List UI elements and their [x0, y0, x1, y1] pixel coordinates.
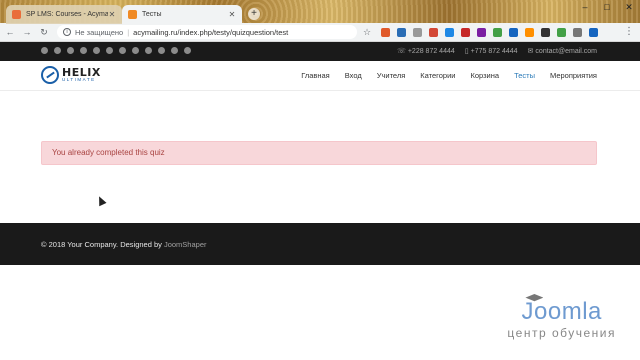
- tab-title: SP LMS: Courses - Acymailing -: [26, 11, 108, 18]
- site-header: HELIX ULTIMATE Главная Вход Учителя Кате…: [0, 61, 640, 91]
- maximize-button[interactable]: □: [596, 0, 618, 15]
- phone-icon: ☏: [397, 48, 406, 55]
- bookmark-star-icon[interactable]: ☆: [363, 27, 371, 38]
- skype-icon[interactable]: [171, 47, 178, 54]
- whatsapp-icon[interactable]: [184, 47, 191, 54]
- new-tab-button[interactable]: +: [248, 8, 260, 20]
- url-text[interactable]: acymailing.ru/index.php/testy/quizquesti…: [133, 28, 288, 37]
- extension-icon[interactable]: [541, 27, 551, 37]
- contact-info: ☏ +228 872 4444 ▯ +775 872 4444 ✉ contact@e…: [387, 47, 597, 55]
- quiz-completed-alert: You already completed this quiz: [41, 141, 597, 165]
- flickr-icon[interactable]: [158, 47, 165, 54]
- close-window-button[interactable]: ✕: [618, 0, 640, 15]
- facebook-icon[interactable]: [41, 47, 48, 54]
- site-footer: © 2018 Your Company. Designed by JoomSha…: [0, 223, 640, 265]
- vk-icon[interactable]: [145, 47, 152, 54]
- extension-icon[interactable]: [573, 27, 583, 37]
- address-bar[interactable]: i Не защищено | acymailing.ru/index.php/…: [57, 25, 357, 39]
- copyright-text: © 2018 Your Company. Designed by: [41, 240, 164, 249]
- extensions-bar: [381, 27, 605, 37]
- extension-icon[interactable]: [429, 27, 439, 37]
- site-topbar: ☏ +228 872 4444 ▯ +775 872 4444 ✉ contact@e…: [0, 42, 640, 61]
- instagram-icon[interactable]: [119, 47, 126, 54]
- extension-icon[interactable]: [445, 27, 455, 37]
- joomla-watermark: Joomla центр обучения: [507, 294, 616, 340]
- pinterest-icon[interactable]: [67, 47, 74, 54]
- copyright: © 2018 Your Company. Designed by JoomSha…: [41, 240, 207, 249]
- extension-icon[interactable]: [381, 27, 391, 37]
- mobile-icon: ▯: [464, 48, 469, 55]
- extension-icon[interactable]: [525, 27, 535, 37]
- watermark-subtitle: центр обучения: [507, 326, 616, 340]
- close-tab-icon[interactable]: ✕: [108, 10, 116, 19]
- joomla-favicon-icon: [12, 10, 21, 19]
- mouse-cursor-icon: [95, 194, 107, 207]
- reload-icon[interactable]: ↻: [37, 27, 51, 38]
- dribbble-icon[interactable]: [106, 47, 113, 54]
- main-content: You already completed this quiz: [0, 91, 640, 223]
- nav-login[interactable]: Вход: [345, 71, 362, 80]
- nav-tests[interactable]: Тесты: [514, 71, 535, 80]
- nav-cart[interactable]: Корзина: [470, 71, 499, 80]
- email-link[interactable]: ✉ contact@email.com: [528, 47, 597, 55]
- forward-icon[interactable]: →: [20, 27, 34, 37]
- youtube-icon[interactable]: [80, 47, 87, 54]
- helix-logo-icon: [41, 66, 59, 84]
- social-links: [41, 47, 197, 54]
- twitter-icon[interactable]: [54, 47, 61, 54]
- security-label[interactable]: Не защищено: [75, 28, 123, 37]
- browser-tab-sp-lms[interactable]: SP LMS: Courses - Acymailing - ✕: [6, 5, 122, 24]
- phone-1[interactable]: ☏ +228 872 4444: [397, 47, 455, 55]
- browser-toolbar: ← → ↻ i Не защищено | acymailing.ru/inde…: [0, 23, 640, 42]
- site-logo[interactable]: HELIX ULTIMATE: [41, 66, 101, 84]
- back-icon[interactable]: ←: [3, 27, 17, 37]
- browser-tab-strip: SP LMS: Courses - Acymailing - ✕ Тесты ✕…: [0, 0, 640, 24]
- watermark-logo: Joomla: [521, 298, 602, 325]
- nav-teachers[interactable]: Учителя: [377, 71, 406, 80]
- extension-icon[interactable]: [509, 27, 519, 37]
- phone-2[interactable]: ▯ +775 872 4444: [465, 47, 518, 55]
- nav-home[interactable]: Главная: [301, 71, 330, 80]
- extension-icon[interactable]: [477, 27, 487, 37]
- tab-title: Тесты: [142, 11, 162, 18]
- designer-link[interactable]: JoomShaper: [164, 240, 207, 249]
- phone-1-text: +228 872 4444: [407, 48, 455, 55]
- extension-icon[interactable]: [589, 27, 599, 37]
- extension-icon[interactable]: [413, 27, 423, 37]
- browser-tab-tests[interactable]: Тесты ✕: [122, 5, 242, 24]
- envelope-icon: ✉: [527, 48, 534, 55]
- linkedin-icon[interactable]: [93, 47, 100, 54]
- info-icon[interactable]: i: [63, 28, 71, 36]
- close-tab-icon[interactable]: ✕: [228, 10, 236, 19]
- extension-icon[interactable]: [493, 27, 503, 37]
- email-text: contact@email.com: [535, 48, 597, 55]
- joomla-favicon-icon: [128, 10, 137, 19]
- nav-events[interactable]: Мероприятия: [550, 71, 597, 80]
- nav-categories[interactable]: Категории: [420, 71, 455, 80]
- behance-icon[interactable]: [132, 47, 139, 54]
- logo-subtitle: ULTIMATE: [62, 77, 96, 83]
- extension-icon[interactable]: [557, 27, 567, 37]
- logo-text: HELIX ULTIMATE: [62, 67, 101, 83]
- extension-icon[interactable]: [461, 27, 471, 37]
- minimize-button[interactable]: –: [574, 0, 596, 15]
- extension-icon[interactable]: [397, 27, 407, 37]
- browser-menu-icon[interactable]: ⋮: [624, 26, 634, 37]
- divider: |: [127, 27, 130, 37]
- phone-2-text: +775 872 4444: [470, 48, 518, 55]
- main-nav: Главная Вход Учителя Категории Корзина Т…: [286, 71, 597, 80]
